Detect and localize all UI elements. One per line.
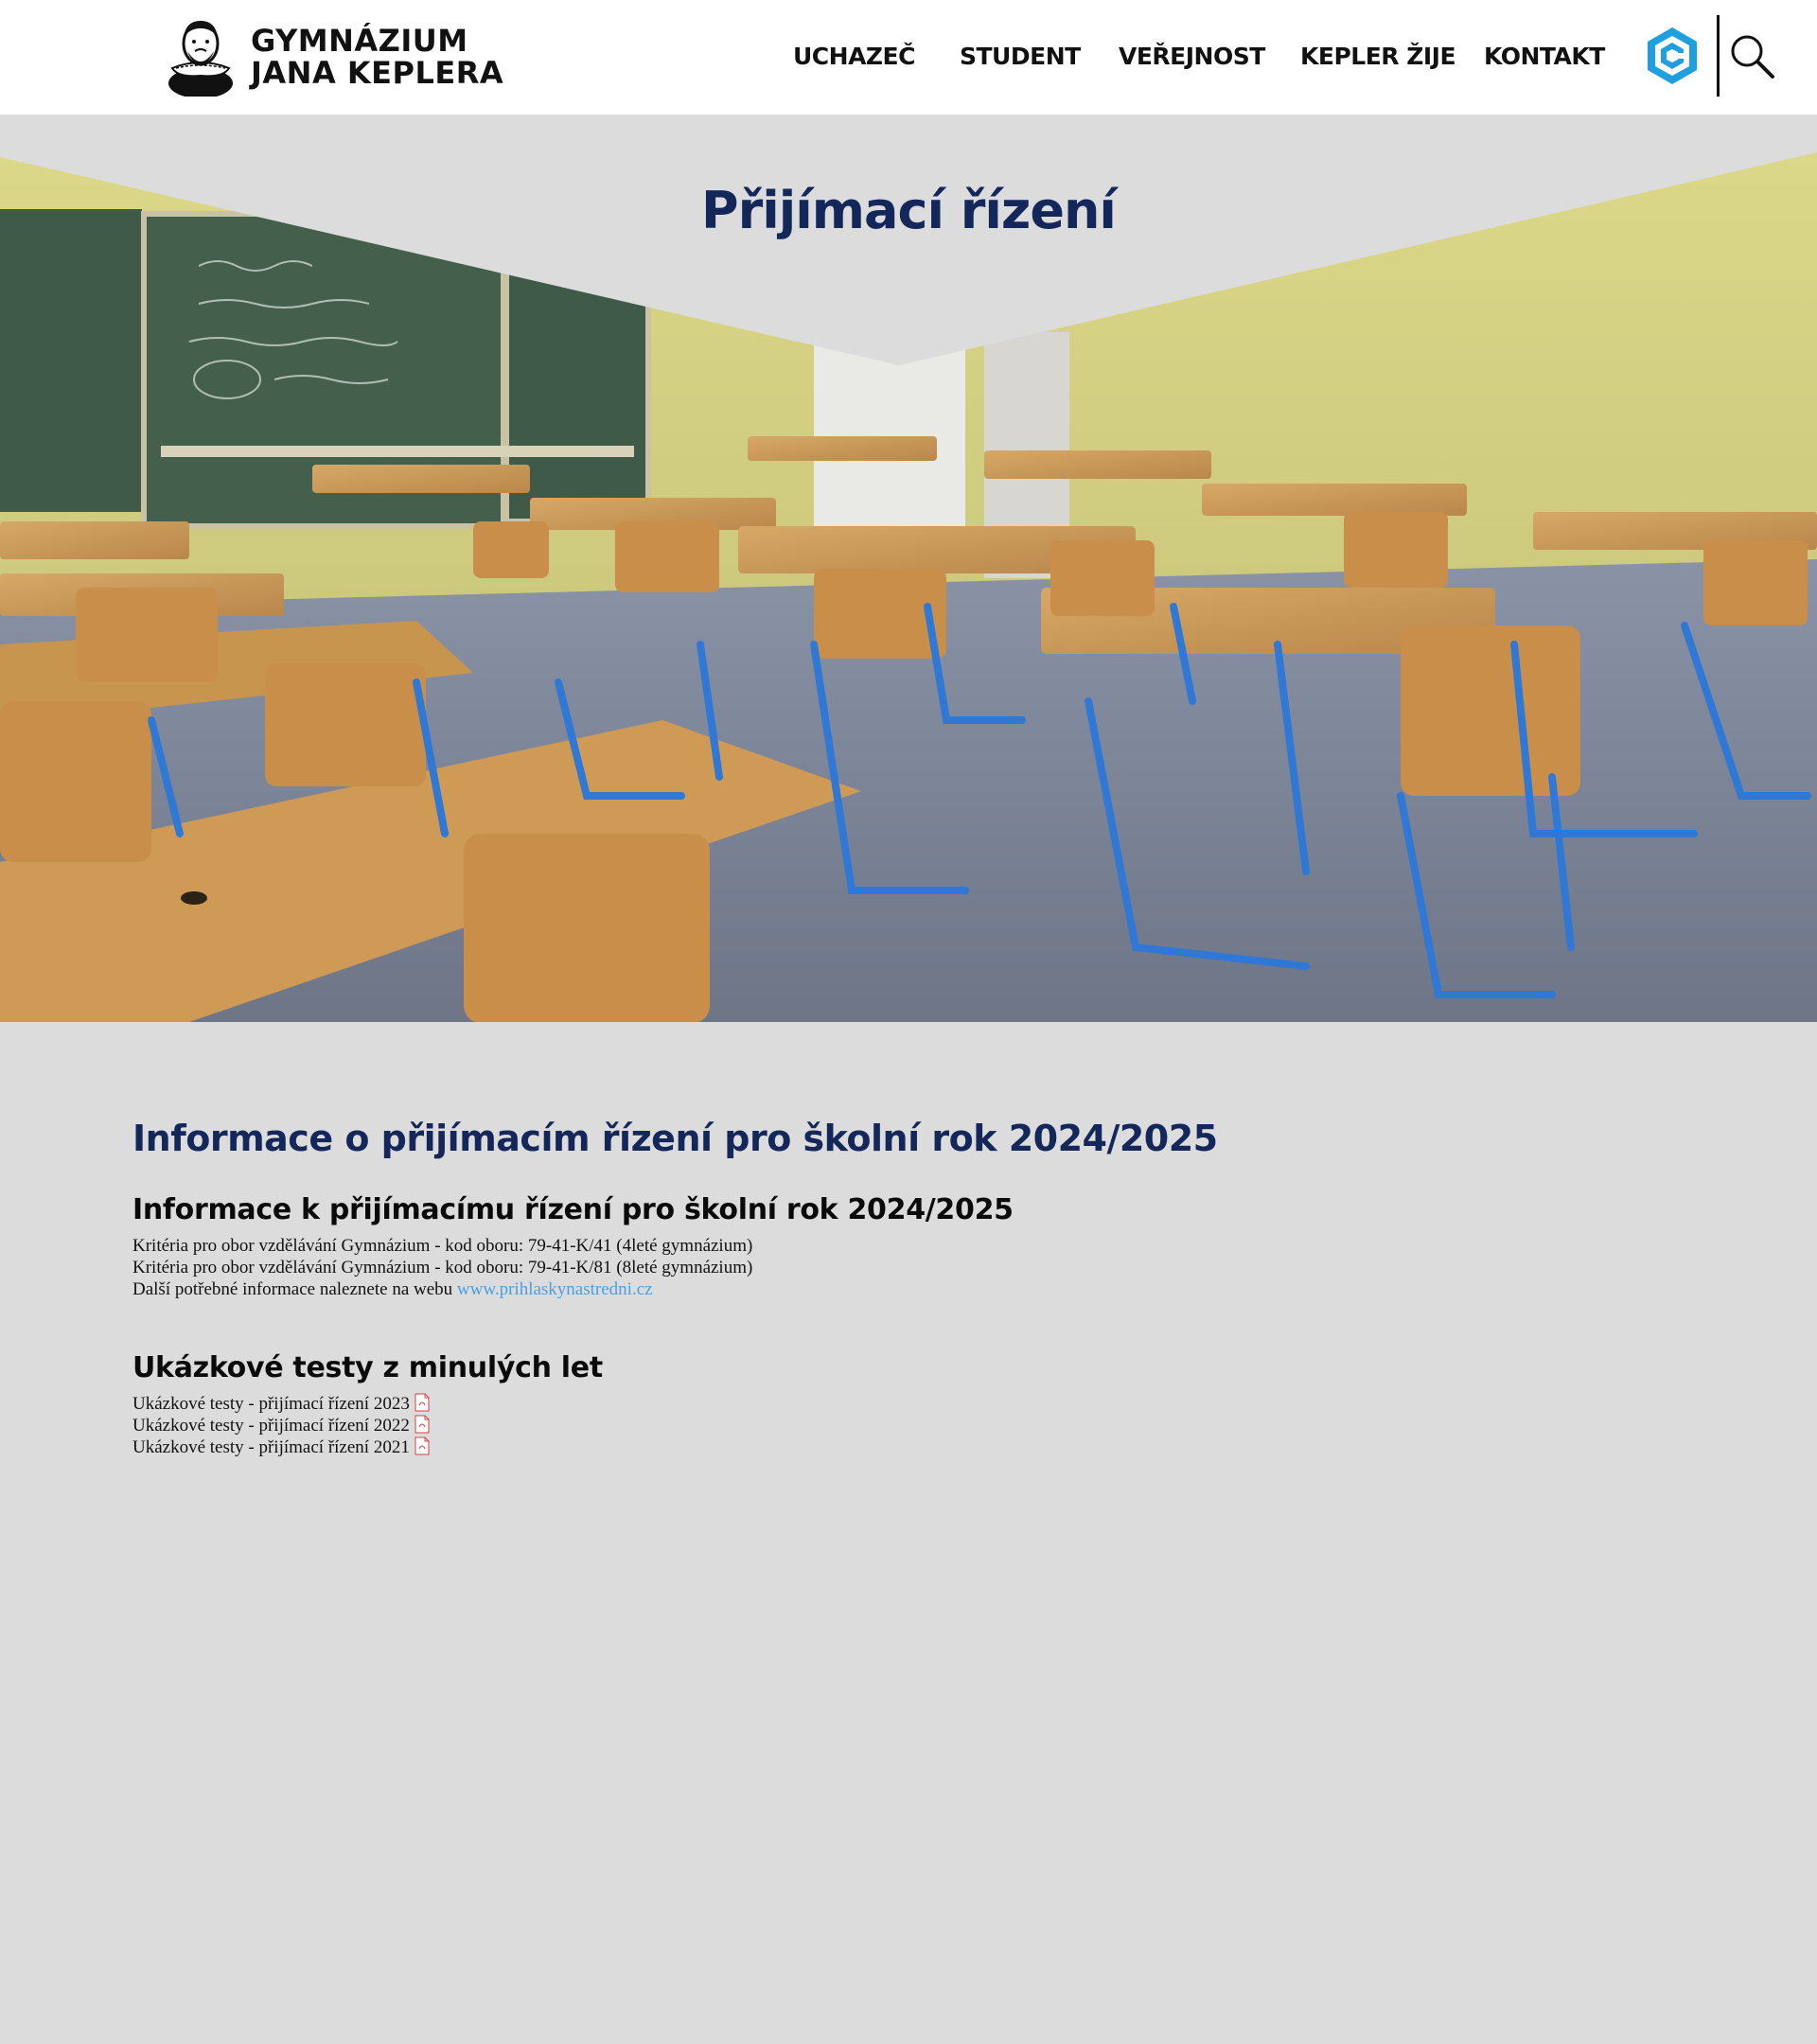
school-logo[interactable]: GYMNÁZIUM JANA KEPLERA — [167, 15, 507, 98]
info-list: Kritéria pro obor vzdělávání Gymnázium -… — [132, 1235, 1685, 1300]
hero-title: Přijímací řízení — [701, 181, 1117, 240]
prihlasky-link[interactable]: www.prihlaskynastredni.cz — [457, 1279, 653, 1299]
criteria-link-8lete[interactable]: Kritéria pro obor vzdělávání Gymnázium -… — [132, 1257, 1685, 1278]
pdf-icon[interactable] — [415, 1436, 430, 1455]
bakalari-hexagon-icon[interactable] — [1645, 26, 1700, 86]
test-link-2023[interactable]: Ukázkové testy - přijímací řízení 2023 — [132, 1394, 410, 1414]
page-heading: Informace o přijímacím řízení pro školní… — [132, 1118, 1218, 1159]
header-divider — [1717, 15, 1720, 97]
nav-item-student[interactable]: STUDENT — [960, 38, 1081, 76]
search-icon[interactable] — [1728, 32, 1775, 79]
more-info-text: Další potřebné informace naleznete na we… — [132, 1279, 457, 1299]
nav-item-verejnost[interactable]: VEŘEJNOST — [1119, 38, 1265, 76]
section-heading-info: Informace k přijímacímu řízení pro školn… — [132, 1193, 1014, 1226]
list-item[interactable]: Ukázkové testy - přijímací řízení 2022 — [132, 1415, 1685, 1436]
hero-banner: Přijímací řízení — [0, 115, 1817, 1022]
nav-item-kepler-zije[interactable]: KEPLER ŽIJE — [1300, 38, 1456, 76]
logo-text: GYMNÁZIUM JANA KEPLERA — [251, 25, 503, 89]
pdf-icon[interactable] — [415, 1393, 430, 1412]
nav-item-uchazec[interactable]: UCHAZEČ — [793, 38, 915, 76]
site-header: GYMNÁZIUM JANA KEPLERA UCHAZEČ STUDENT V… — [0, 0, 1817, 115]
section-heading-tests: Ukázkové testy z minulých let — [132, 1351, 603, 1384]
more-info-line: Další potřebné informace naleznete na we… — [132, 1278, 1685, 1300]
pdf-icon[interactable] — [415, 1415, 430, 1434]
kepler-portrait-icon — [168, 21, 233, 97]
criteria-link-4lete[interactable]: Kritéria pro obor vzdělávání Gymnázium -… — [132, 1235, 1685, 1257]
classroom-photo — [0, 115, 1817, 1022]
list-item[interactable]: Ukázkové testy - přijímací řízení 2021 — [132, 1436, 1685, 1458]
main-content: Informace o přijímacím řízení pro školní… — [132, 1112, 1685, 1458]
list-item[interactable]: Ukázkové testy - přijímací řízení 2023 — [132, 1393, 1685, 1415]
test-link-2021[interactable]: Ukázkové testy - přijímací řízení 2021 — [132, 1437, 410, 1457]
test-link-2022[interactable]: Ukázkové testy - přijímací řízení 2022 — [132, 1416, 410, 1436]
logo-line2: JANA KEPLERA — [251, 55, 504, 91]
logo-line1: GYMNÁZIUM — [251, 23, 468, 59]
tests-list: Ukázkové testy - přijímací řízení 2023 U… — [132, 1393, 1685, 1458]
nav-item-kontakt[interactable]: KONTAKT — [1484, 38, 1605, 76]
